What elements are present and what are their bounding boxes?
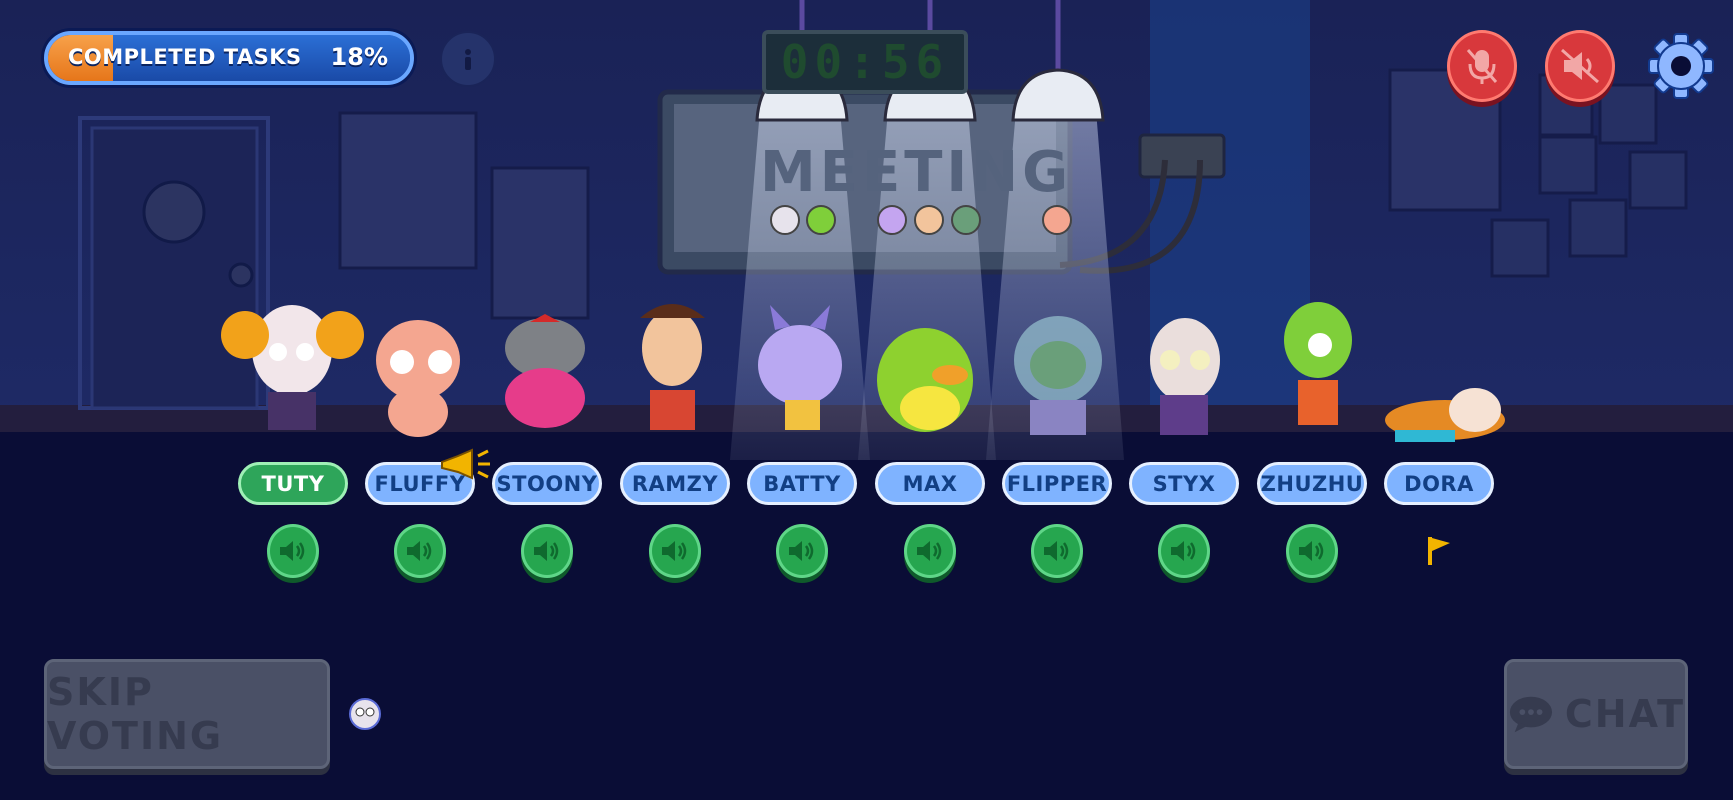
megaphone-icon (441, 448, 490, 480)
speaker-icon (789, 541, 814, 561)
character-max (877, 328, 973, 432)
gear-icon (1648, 33, 1714, 99)
vote-avatar-icon (770, 205, 800, 235)
player-voice-button-batty[interactable] (776, 524, 828, 578)
skip-voting-button[interactable]: SKIP VOTING (44, 659, 330, 769)
speaker-icon (1171, 541, 1196, 561)
mic-muted-icon (1466, 49, 1498, 84)
meeting-timer: 00:56 (762, 30, 968, 94)
chat-bubble-icon (1509, 696, 1553, 733)
info-button[interactable] (440, 31, 496, 87)
vote-avatar-icon (914, 205, 944, 235)
speaker-icon (534, 541, 559, 561)
speaker-icon (1044, 541, 1069, 561)
task-progress-label: COMPLETED TASKS (68, 45, 302, 69)
player-pill-tuty[interactable]: TUTY (238, 462, 348, 505)
player-pill-max[interactable]: MAX (875, 462, 985, 505)
player-pill-zhuzhu[interactable]: ZHUZHU (1257, 462, 1367, 505)
vote-avatar-icon (1042, 205, 1072, 235)
player-pill-flipper[interactable]: FLIPPER (1002, 462, 1112, 505)
player-pill-stoony[interactable]: STOONY (492, 462, 602, 505)
screen-title: MEETING (760, 140, 1073, 205)
sound-mute-button[interactable] (1545, 30, 1615, 102)
player-voice-button-tuty[interactable] (267, 524, 319, 578)
player-voice-button-flipper[interactable] (1031, 524, 1083, 578)
vote-avatar-icon (877, 205, 907, 235)
task-progress-bar: COMPLETED TASKS 18% (44, 31, 414, 85)
speaker-icon (917, 541, 942, 561)
player-pill-ramzy[interactable]: RAMZY (620, 462, 730, 505)
skip-vote-avatar-icon (349, 698, 381, 730)
mic-mute-button[interactable] (1447, 30, 1517, 102)
speaker-icon (407, 541, 432, 561)
player-voice-button-fluffy[interactable] (394, 524, 446, 578)
dead-flag-icon (1428, 537, 1450, 565)
chat-button-label: CHAT (1564, 692, 1685, 736)
vote-avatar-icon (951, 205, 981, 235)
player-pill-dora[interactable]: DORA (1384, 462, 1494, 505)
settings-button[interactable] (1648, 30, 1714, 102)
chat-button[interactable]: CHAT (1504, 659, 1688, 769)
task-progress-percent: 18% (330, 43, 388, 71)
speaker-icon (280, 541, 305, 561)
player-voice-button-max[interactable] (904, 524, 956, 578)
player-voice-button-styx[interactable] (1158, 524, 1210, 578)
speaker-muted-icon (1561, 48, 1599, 84)
speaker-icon (662, 541, 687, 561)
player-voice-button-ramzy[interactable] (649, 524, 701, 578)
player-pill-styx[interactable]: STYX (1129, 462, 1239, 505)
vote-avatar-icon (806, 205, 836, 235)
info-icon (465, 49, 471, 70)
player-voice-button-zhuzhu[interactable] (1286, 524, 1338, 578)
player-pill-batty[interactable]: BATTY (747, 462, 857, 505)
player-voice-button-stoony[interactable] (521, 524, 573, 578)
speaker-icon (1299, 541, 1324, 561)
